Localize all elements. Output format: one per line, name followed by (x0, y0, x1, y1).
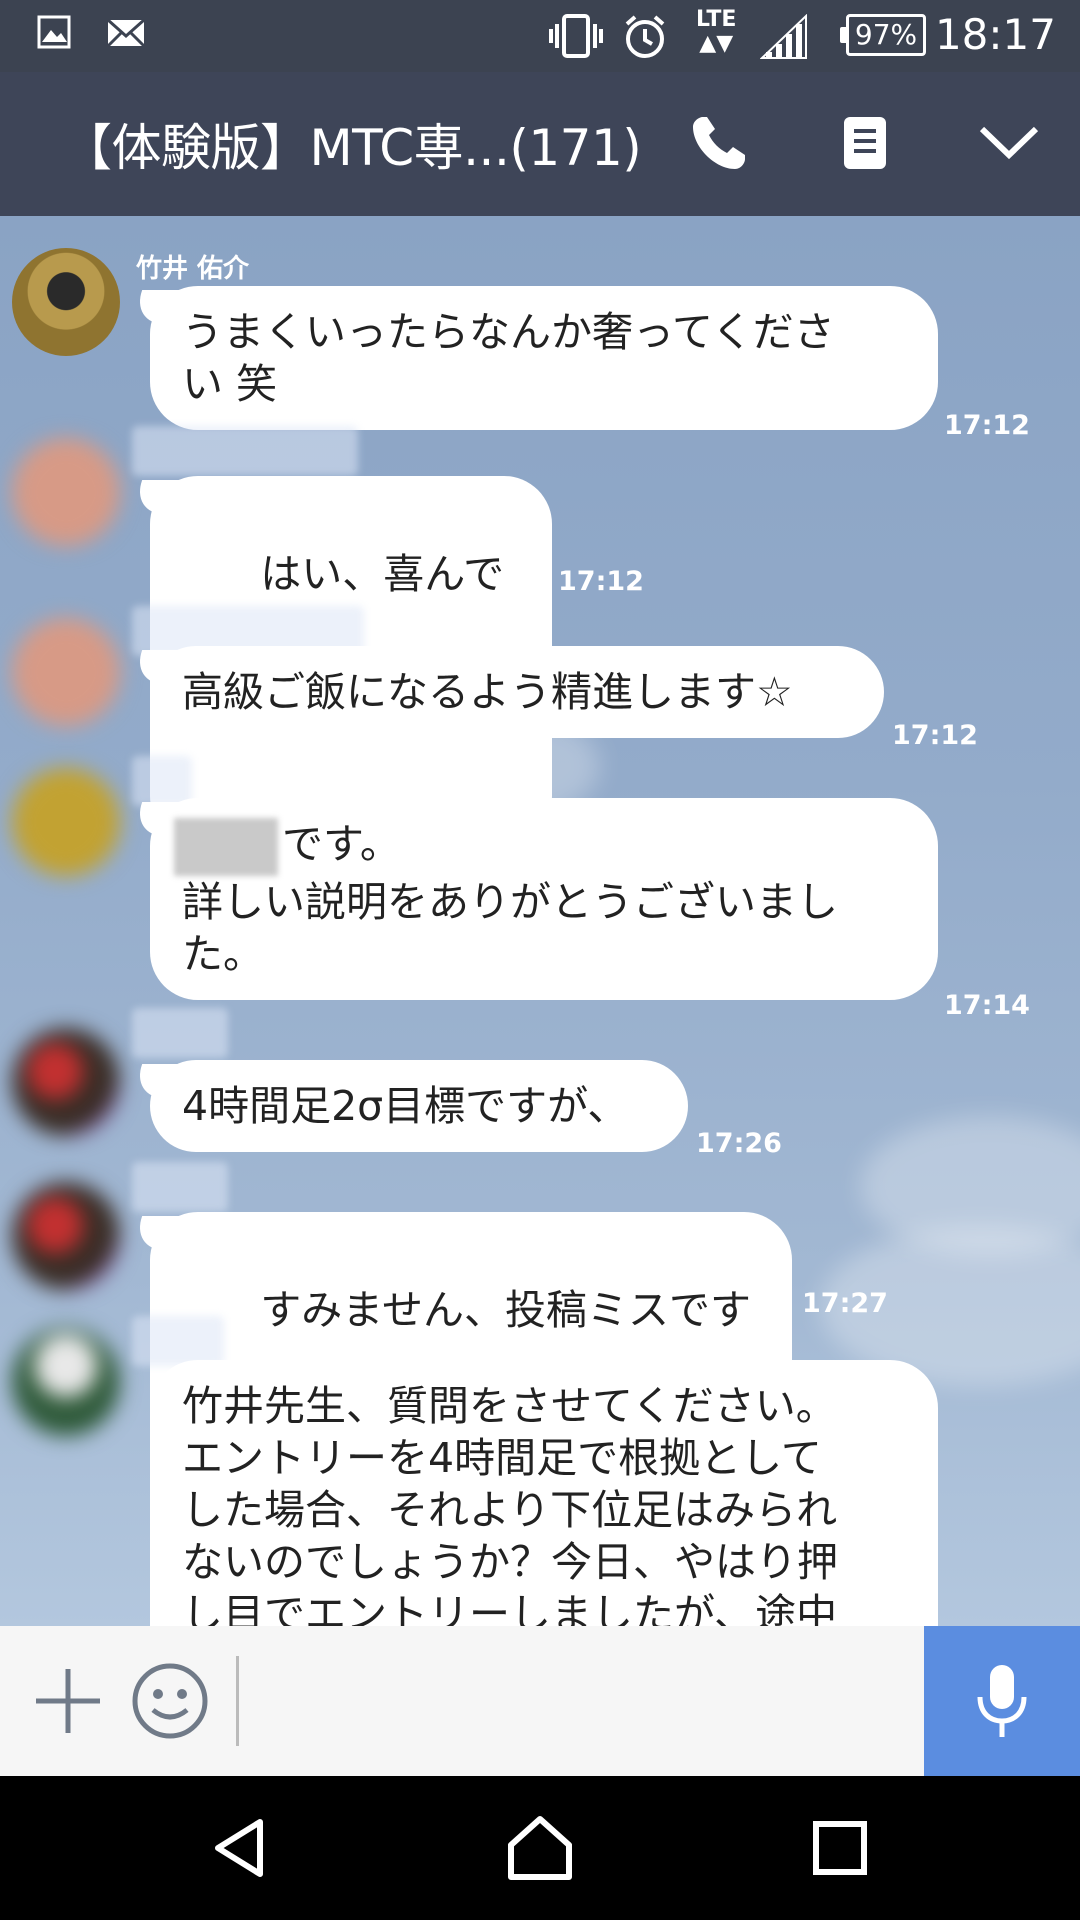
message-bubble[interactable]: 4時間足2σ目標ですが、 (150, 1060, 688, 1152)
sender-name-redacted (132, 1316, 224, 1366)
message-text: すみません、投稿ミスです (260, 1286, 751, 1334)
avatar[interactable] (12, 438, 120, 546)
recents-icon[interactable] (800, 1808, 880, 1888)
message-bubble[interactable]: 竹井先生、質問をさせてください。 エントリーを4時間足で根拠として した場合、そ… (150, 1360, 938, 1626)
plus-icon[interactable] (28, 1661, 108, 1741)
avatar[interactable] (12, 1328, 120, 1436)
sender-name-redacted (132, 756, 192, 806)
message-text: 高級ご飯になるよう精進します☆ (182, 668, 793, 716)
chat-title[interactable]: 【体験版】MTC専...(171) (62, 108, 642, 180)
input-bar (0, 1626, 1080, 1776)
navigation-bar (0, 1776, 1080, 1920)
sender-name-redacted (132, 1162, 228, 1212)
chat-header: 【体験版】MTC専...(171) (0, 72, 1080, 216)
status-bar: LTE ▲▼ 97% 18:17 (0, 0, 1080, 72)
mail-icon (106, 14, 146, 54)
message-time: 17:12 (892, 720, 978, 751)
network-label: LTE (696, 7, 737, 32)
avatar[interactable] (12, 768, 120, 876)
message-bubble[interactable]: うまくいったらなんか奢ってくださ い 笑 (150, 286, 938, 430)
message-text: です。 (282, 820, 401, 868)
battery-icon: 97% (840, 14, 926, 56)
message-bubble[interactable]: 高級ご飯になるよう精進します☆ (150, 646, 884, 738)
sender-name-redacted (132, 1008, 228, 1058)
avatar[interactable] (12, 248, 120, 356)
status-time: 18:17 (934, 10, 1056, 59)
message-time: 17:26 (696, 1128, 782, 1159)
chevron-down-icon[interactable] (974, 108, 1044, 178)
phone-icon[interactable] (684, 108, 754, 178)
emoji-icon[interactable] (130, 1661, 210, 1741)
redacted-name (174, 818, 278, 876)
message-bubble[interactable]: です。 詳しい説明をありがとうございまし た。 (150, 798, 938, 1000)
avatar[interactable] (12, 1028, 120, 1136)
message-time: 17:12 (558, 566, 644, 597)
message-time: 17:14 (944, 990, 1030, 1021)
alarm-icon (622, 14, 668, 64)
back-icon[interactable] (200, 1808, 280, 1888)
message-time: 17:12 (944, 410, 1030, 441)
avatar[interactable] (12, 1182, 120, 1290)
lte-icon: LTE ▲▼ (696, 7, 737, 56)
message-text: 4時間足2σ目標ですが、 (182, 1082, 629, 1130)
chat-area[interactable]: 竹井 佑介 うまくいったらなんか奢ってくださ い 笑 17:12 はい、喜んで … (0, 216, 1080, 1626)
vibrate-icon (548, 14, 604, 62)
message-text: 竹井先生、質問をさせてください。 エントリーを4時間足で根拠として した場合、そ… (182, 1382, 838, 1626)
image-icon (36, 14, 72, 54)
sender-name-redacted (132, 426, 358, 476)
message-time: 17:27 (802, 1288, 888, 1319)
message-text: うまくいったらなんか奢ってくださ い 笑 (182, 308, 835, 408)
battery-level: 97% (854, 18, 918, 51)
home-icon[interactable] (500, 1808, 580, 1888)
notes-icon[interactable] (830, 108, 900, 178)
sender-name: 竹井 佑介 (136, 254, 250, 284)
avatar[interactable] (12, 618, 120, 726)
message-text: 詳しい説明をありがとうございまし た。 (182, 878, 838, 978)
mic-icon[interactable] (924, 1626, 1080, 1776)
message-text: はい、喜んで (260, 550, 505, 598)
message-input[interactable] (236, 1656, 916, 1746)
background-cloud (860, 1116, 1080, 1256)
signal-icon (759, 13, 808, 64)
